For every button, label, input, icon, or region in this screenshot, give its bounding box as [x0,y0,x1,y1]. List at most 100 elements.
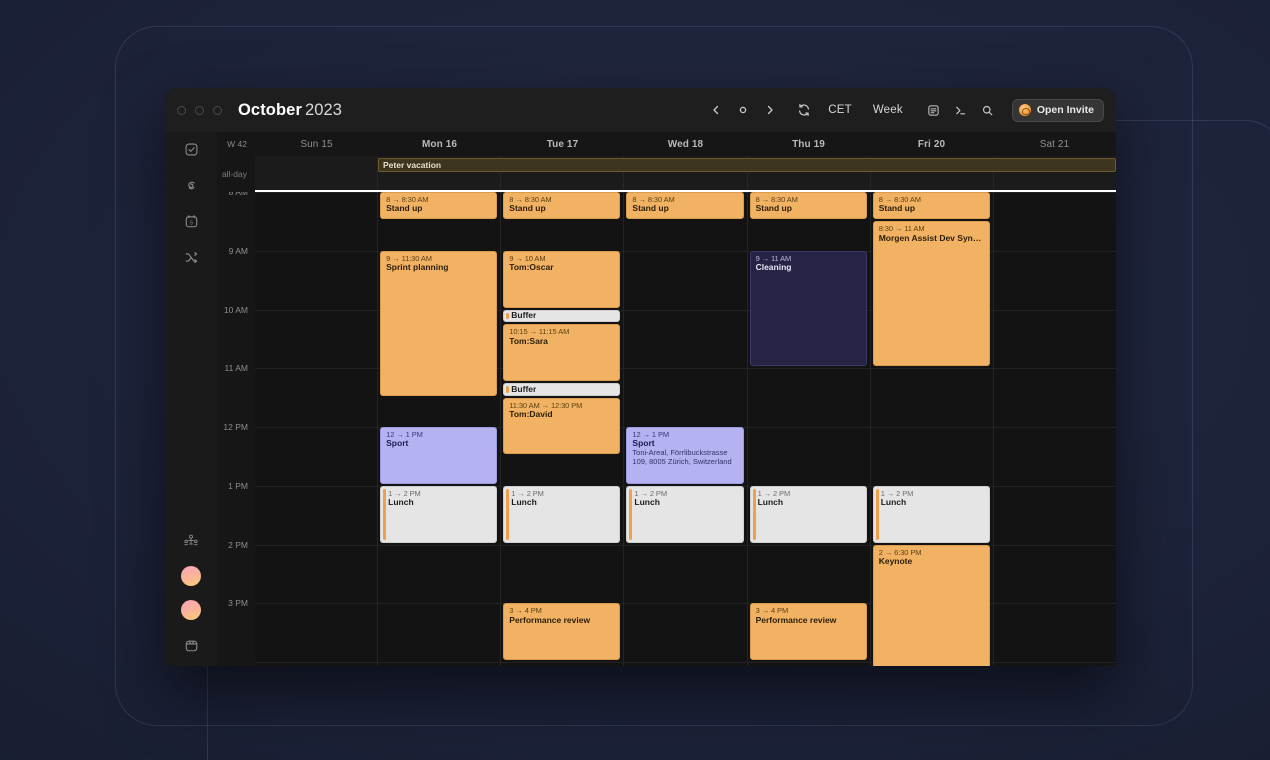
event-time: 2 → 6:30 PM [879,549,985,557]
window-controls[interactable] [175,106,227,115]
avatar-one[interactable] [181,566,201,586]
calendar-event[interactable]: 1 → 2 PMLunch [626,486,743,543]
calendar-event[interactable]: 8:30 → 11 AMMorgen Assist Dev Syncup [873,221,990,366]
close-window-button[interactable] [177,106,186,115]
day-column[interactable]: 8 → 8:30 AMStand up 9 → 10 AMTom:Oscar Buf… [500,192,623,666]
calendar-event[interactable]: 9 → 10 AMTom:Oscar [503,251,620,308]
hour-gridline [624,368,746,369]
tasks-check-icon[interactable] [180,138,202,160]
time-label: 2 PM [228,540,248,550]
all-day-row: all-day Peter vacation [217,156,1116,192]
prev-week-button[interactable] [704,98,728,122]
day-header[interactable]: Mon 16 [378,139,501,150]
day-header[interactable]: Thu 19 [747,139,870,150]
all-day-event-peter-vacation[interactable]: Peter vacation [378,158,1116,172]
calendar-event[interactable]: 1 → 2 PMLunch [750,486,867,543]
time-label: 11 AM [225,363,248,373]
time-label: 3 PM [228,598,248,608]
day-column[interactable]: 8 → 8:30 AMStand up 9 → 11 AMCleaning 1 → … [747,192,870,666]
refresh-icon[interactable] [792,98,816,122]
all-day-grid[interactable]: Peter vacation [255,156,1116,192]
hour-gridline [624,603,746,604]
hour-gridline [994,310,1116,311]
calendar-event[interactable]: 8 → 8:30 AMStand up [503,192,620,219]
hour-gridline [748,662,870,663]
event-title: Tom:Oscar [509,263,615,273]
calendar-event[interactable]: 1 → 2 PMLunch [873,486,990,543]
calendar-event[interactable]: 10:15 → 11:15 AMTom:Sara [503,324,620,381]
event-time: 8 → 8:30 AM [509,196,615,204]
timezone-label[interactable]: CET [819,98,861,122]
maximize-window-button[interactable] [213,106,222,115]
calendar-event[interactable]: 1 → 2 PMLunch [503,486,620,543]
calendar-event[interactable]: 3 → 4 PMPerformance review [503,603,620,660]
today-button[interactable] [731,98,755,122]
event-title: Tom:Sara [509,337,615,347]
threads-icon[interactable] [180,174,202,196]
day-column[interactable]: 8 → 8:30 AMStand up8:30 → 11 AMMorgen As… [870,192,993,666]
calendar-event[interactable]: 3 → 4 PMPerformance review [750,603,867,660]
event-time: 8 → 8:30 AM [879,196,985,204]
day-column[interactable] [993,192,1116,666]
hour-gridline [994,427,1116,428]
day-header[interactable]: Sun 15 [255,139,378,150]
svg-text:5: 5 [190,220,193,226]
invite-avatar-icon [1019,104,1031,116]
calendar-5-icon[interactable]: 5 [180,210,202,232]
shuffle-icon[interactable] [180,246,202,268]
time-label: 9 AM [229,246,248,256]
avatar-two[interactable] [181,600,201,620]
notes-icon[interactable] [922,98,946,122]
hour-gridline [994,603,1116,604]
hour-gridline [624,662,746,663]
calendar-event[interactable]: 8 → 8:30 AMStand up [380,192,497,219]
next-week-button[interactable] [758,98,782,122]
day-header[interactable]: Sat 21 [993,139,1116,150]
hour-gridline [624,545,746,546]
calendar-event[interactable]: 9 → 11:30 AMSprint planning [380,251,497,396]
archive-box-icon[interactable] [180,634,202,656]
header-toolbar: CET Week [704,98,1104,122]
calendar-grid: W 42 Sun 15Mon 16Tue 17Wed 18Thu 19Fri 2… [217,132,1116,666]
event-title: Buffer [511,311,536,321]
event-time: 1 → 2 PM [511,490,615,498]
day-column[interactable] [255,192,377,666]
calendar-event[interactable]: 2 → 6:30 PMKeynote [873,545,990,667]
all-day-cell[interactable] [255,156,377,192]
calendar-event[interactable]: 12 → 1 PMSport [380,427,497,484]
calendar-event[interactable]: 1 → 2 PMLunch [380,486,497,543]
calendar-event[interactable]: 8 → 8:30 AMStand up [873,192,990,219]
view-selector[interactable]: Week [864,98,912,122]
calendar-event[interactable]: 11:30 AM → 12:30 PMTom:David [503,398,620,455]
day-header[interactable]: Fri 20 [870,139,993,150]
hour-gridline [255,192,377,193]
week-number-label: W 42 [217,139,255,149]
calendar-event[interactable]: 8 → 8:30 AMStand up [750,192,867,219]
event-title: Keynote [879,557,985,567]
event-title: Stand up [756,204,862,214]
terminal-icon[interactable] [949,98,973,122]
people-group-icon[interactable] [180,530,202,552]
hour-gridline [255,662,377,663]
day-header[interactable]: Tue 17 [501,139,624,150]
day-columns: 8 → 8:30 AMStand up9 → 11:30 AMSprint pl… [255,192,1116,666]
day-header[interactable]: Wed 18 [624,139,747,150]
minimize-window-button[interactable] [195,106,204,115]
calendar-event[interactable]: 9 → 11 AMCleaning [750,251,867,367]
time-label: 12 PM [223,422,248,432]
event-time: 1 → 2 PM [388,490,492,498]
calendar-event[interactable]: Buffer [503,383,620,396]
open-invite-button[interactable]: Open Invite [1012,99,1104,122]
hour-gridline [748,545,870,546]
hour-gridline [501,662,623,663]
search-icon[interactable] [976,98,1000,122]
calendar-event[interactable]: 12 → 1 PMSportToni-Areal, Förrlibuckstra… [626,427,743,484]
event-time: 9 → 11 AM [756,255,862,263]
event-time: 8 → 8:30 AM [386,196,492,204]
calendar-event[interactable]: Buffer [503,310,620,323]
day-column[interactable]: 8 → 8:30 AMStand up 12 → 1 PMSportToni-Ar… [623,192,746,666]
day-column[interactable]: 8 → 8:30 AMStand up 9 → 11:30 AMSprint pl… [377,192,500,666]
hour-gridline [994,545,1116,546]
calendar-event[interactable]: 8 → 8:30 AMStand up [626,192,743,219]
hour-gridline [378,603,500,604]
